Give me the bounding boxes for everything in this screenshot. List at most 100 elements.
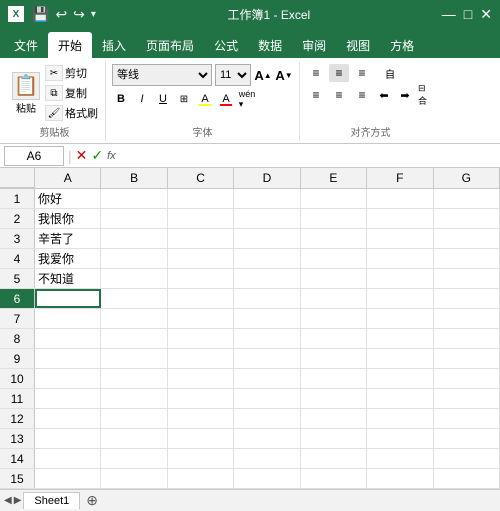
- cell-11-2[interactable]: [168, 389, 234, 408]
- cell-3-1[interactable]: [101, 229, 167, 248]
- cell-13-6[interactable]: [434, 429, 500, 448]
- font-size-select[interactable]: 11: [215, 64, 251, 86]
- cell-10-2[interactable]: [168, 369, 234, 388]
- cell-12-4[interactable]: [301, 409, 367, 428]
- wrap-text-btn[interactable]: 自: [375, 64, 405, 82]
- row-number-12[interactable]: 12: [0, 409, 35, 428]
- col-header-G[interactable]: G: [434, 168, 500, 188]
- cell-7-1[interactable]: [101, 309, 167, 328]
- cell-7-6[interactable]: [434, 309, 500, 328]
- cell-15-6[interactable]: [434, 469, 500, 488]
- cell-2-2[interactable]: [168, 209, 234, 228]
- cell-11-3[interactable]: [234, 389, 300, 408]
- row-number-5[interactable]: 5: [0, 269, 35, 288]
- undo-qat-btn[interactable]: ↩: [55, 6, 67, 23]
- cell-9-3[interactable]: [234, 349, 300, 368]
- cell-3-5[interactable]: [367, 229, 433, 248]
- cell-3-0[interactable]: 辛苦了: [35, 229, 101, 248]
- cell-10-1[interactable]: [101, 369, 167, 388]
- cell-11-1[interactable]: [101, 389, 167, 408]
- cell-5-4[interactable]: [301, 269, 367, 288]
- cell-1-4[interactable]: [301, 189, 367, 208]
- cell-8-5[interactable]: [367, 329, 433, 348]
- redo-qat-btn[interactable]: ↪: [73, 6, 85, 23]
- cell-reference-input[interactable]: [4, 146, 64, 166]
- cell-2-6[interactable]: [434, 209, 500, 228]
- tab-file[interactable]: 文件: [4, 32, 48, 58]
- cell-10-0[interactable]: [35, 369, 101, 388]
- row-number-4[interactable]: 4: [0, 249, 35, 268]
- cell-2-5[interactable]: [367, 209, 433, 228]
- fill-color-button[interactable]: A: [196, 90, 214, 108]
- cell-14-0[interactable]: [35, 449, 101, 468]
- cell-12-1[interactable]: [101, 409, 167, 428]
- indent-decrease-btn[interactable]: ⬅: [375, 86, 393, 104]
- cell-15-3[interactable]: [234, 469, 300, 488]
- font-size-up-btn[interactable]: A▲: [254, 66, 272, 84]
- cell-7-4[interactable]: [301, 309, 367, 328]
- merge-center-btn[interactable]: ⊟ 合: [417, 86, 435, 104]
- cell-2-4[interactable]: [301, 209, 367, 228]
- cell-1-6[interactable]: [434, 189, 500, 208]
- cell-5-0[interactable]: 不知道: [35, 269, 101, 288]
- custom-qat-btn[interactable]: ▾: [91, 9, 96, 20]
- cell-12-0[interactable]: [35, 409, 101, 428]
- cell-1-2[interactable]: [168, 189, 234, 208]
- cell-4-0[interactable]: 我爱你: [35, 249, 101, 268]
- corner-cell[interactable]: [0, 168, 35, 188]
- fx-button[interactable]: fx: [107, 150, 116, 162]
- cell-14-3[interactable]: [234, 449, 300, 468]
- underline-button[interactable]: U: [154, 90, 172, 108]
- cell-8-1[interactable]: [101, 329, 167, 348]
- sheet-scroll-right-btn[interactable]: ▶: [14, 495, 22, 506]
- minimize-btn[interactable]: —: [442, 6, 456, 22]
- col-header-C[interactable]: C: [168, 168, 234, 188]
- row-number-13[interactable]: 13: [0, 429, 35, 448]
- cell-6-3[interactable]: [234, 289, 300, 308]
- sheet-tab-1[interactable]: Sheet1: [23, 492, 80, 509]
- cell-12-5[interactable]: [367, 409, 433, 428]
- cell-3-6[interactable]: [434, 229, 500, 248]
- tab-view[interactable]: 视图: [336, 32, 380, 58]
- cell-9-5[interactable]: [367, 349, 433, 368]
- tab-home[interactable]: 开始: [48, 32, 92, 58]
- save-qat-btn[interactable]: 💾: [32, 6, 49, 23]
- cell-12-6[interactable]: [434, 409, 500, 428]
- align-top-right-btn[interactable]: ≡: [352, 64, 372, 82]
- align-left-btn[interactable]: ≡: [306, 86, 326, 104]
- format-painter-button[interactable]: 🖌 格式刷: [44, 104, 99, 122]
- cell-6-2[interactable]: [168, 289, 234, 308]
- cell-7-2[interactable]: [168, 309, 234, 328]
- row-number-1[interactable]: 1: [0, 189, 35, 208]
- cell-6-4[interactable]: [301, 289, 367, 308]
- font-size-down-btn[interactable]: A▼: [275, 66, 293, 84]
- cell-15-5[interactable]: [367, 469, 433, 488]
- col-header-B[interactable]: B: [101, 168, 167, 188]
- text-effects-button[interactable]: wén ▾: [238, 90, 256, 108]
- col-header-F[interactable]: F: [367, 168, 433, 188]
- cell-15-0[interactable]: [35, 469, 101, 488]
- row-number-9[interactable]: 9: [0, 349, 35, 368]
- cell-13-0[interactable]: [35, 429, 101, 448]
- cell-8-0[interactable]: [35, 329, 101, 348]
- cell-3-2[interactable]: [168, 229, 234, 248]
- cell-1-0[interactable]: 你好: [35, 189, 101, 208]
- font-color-button[interactable]: A: [217, 90, 235, 108]
- copy-button[interactable]: ⧉ 复制: [44, 84, 99, 102]
- tab-extra[interactable]: 方格: [380, 32, 424, 58]
- cell-15-1[interactable]: [101, 469, 167, 488]
- row-number-10[interactable]: 10: [0, 369, 35, 388]
- row-number-6[interactable]: 6: [0, 289, 35, 308]
- cell-13-5[interactable]: [367, 429, 433, 448]
- cell-11-6[interactable]: [434, 389, 500, 408]
- cell-11-4[interactable]: [301, 389, 367, 408]
- cell-14-6[interactable]: [434, 449, 500, 468]
- close-btn[interactable]: ✕: [480, 6, 492, 23]
- cell-8-3[interactable]: [234, 329, 300, 348]
- cell-13-4[interactable]: [301, 429, 367, 448]
- add-sheet-btn[interactable]: ⊕: [86, 492, 98, 509]
- cell-12-3[interactable]: [234, 409, 300, 428]
- col-header-D[interactable]: D: [234, 168, 300, 188]
- col-header-A[interactable]: A: [35, 168, 101, 188]
- tab-insert[interactable]: 插入: [92, 32, 136, 58]
